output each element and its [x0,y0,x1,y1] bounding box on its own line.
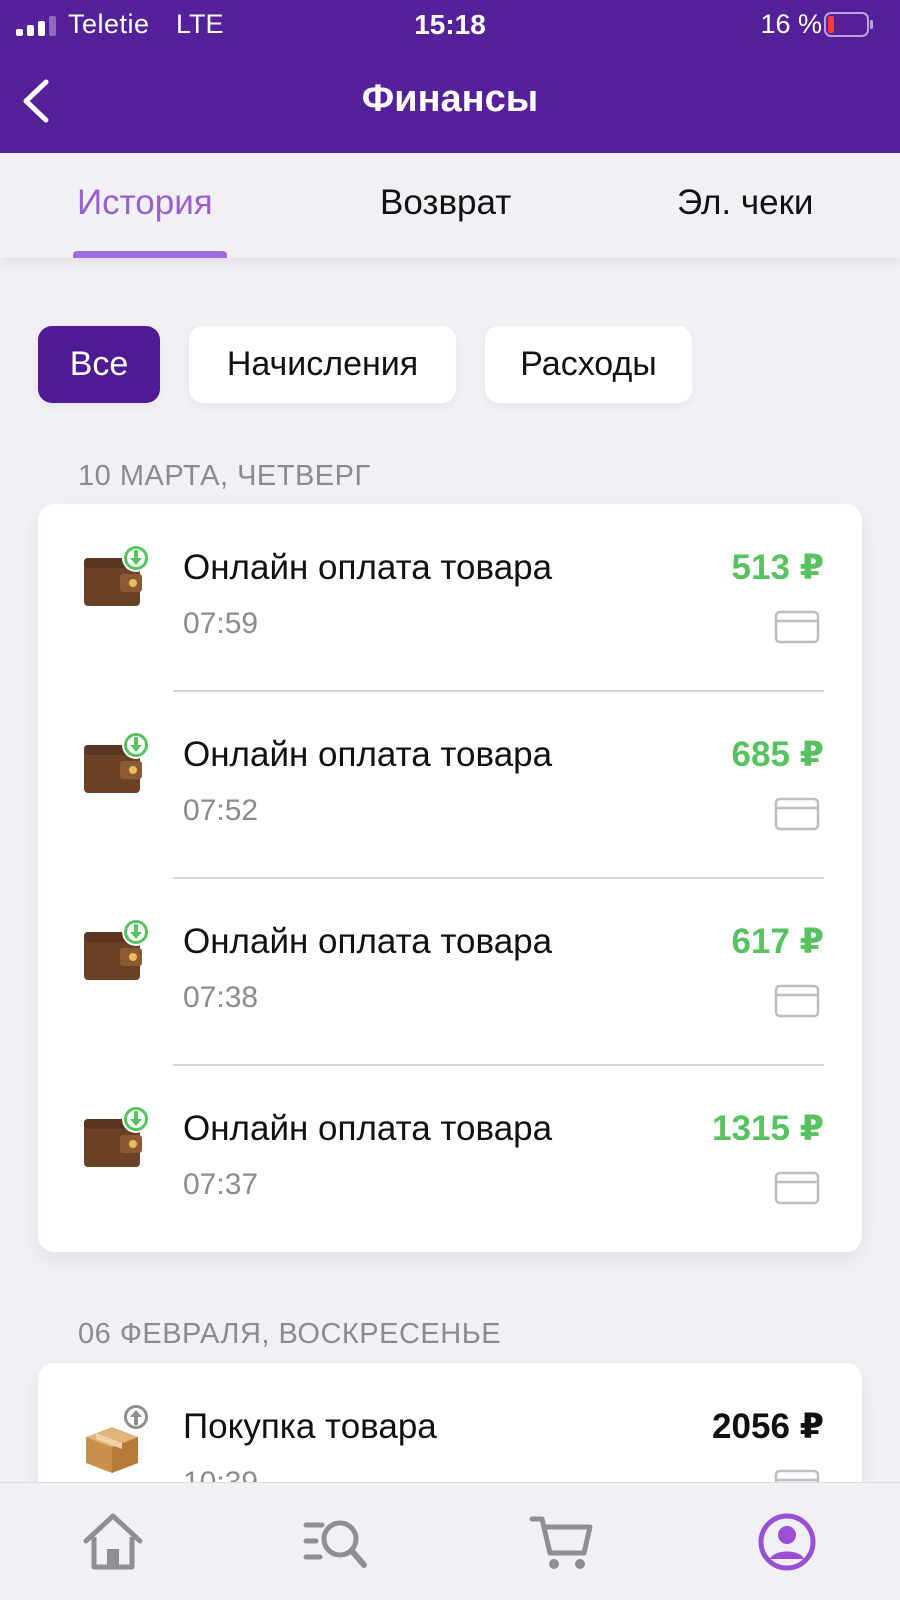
transaction-title: Онлайн оплата товара [183,548,553,587]
transaction-title: Покупка товара [183,1407,437,1446]
transaction-row[interactable]: Онлайн оплата товара 07:59 513 ₽ [38,504,862,691]
wallet-income-icon [84,731,150,793]
transaction-title: Онлайн оплата товара [183,735,553,774]
page-title: Финансы [361,78,539,120]
transaction-time: 07:37 [183,1168,259,1201]
credit-card-icon [774,984,820,1018]
tab-receipts[interactable]: Эл. чеки [677,183,813,223]
catalog-search-icon[interactable] [302,1507,372,1577]
transaction-title: Онлайн оплата товара [183,922,553,961]
transaction-row[interactable]: Онлайн оплата товара 07:38 617 ₽ [38,878,862,1065]
date-heading: 10 МАРТА, ЧЕТВЕРГ [78,460,371,492]
cart-icon[interactable] [528,1507,598,1577]
profile-icon[interactable] [752,1507,822,1577]
credit-card-icon [774,797,820,831]
filter-income-button[interactable]: Начисления [189,326,456,403]
transaction-amount: 513 ₽ [731,548,824,587]
wallet-income-icon [84,544,150,606]
bottom-navigation [0,1482,900,1600]
transaction-amount: 2056 ₽ [712,1407,824,1446]
battery-icon [824,12,873,37]
transaction-amount: 685 ₽ [731,735,824,774]
battery-percent: 16 % [760,9,822,39]
tab-refund[interactable]: Возврат [380,183,511,223]
transaction-time: 07:59 [183,607,259,640]
wallet-income-icon [84,918,150,980]
credit-card-icon [774,610,820,644]
credit-card-icon [774,1171,820,1205]
tab-bar: История Возврат Эл. чеки [0,153,900,258]
filter-expenses-button[interactable]: Расходы [485,326,692,403]
wallet-income-icon [84,1105,150,1167]
home-icon[interactable] [78,1507,148,1577]
transactions-card: Онлайн оплата товара 07:59 513 ₽ Онлайн … [38,504,862,1252]
transaction-time: 07:52 [183,794,259,827]
tab-history[interactable]: История [77,183,213,223]
app-header: Teletie LTE 15:18 16 % Финансы [0,0,900,153]
package-expense-icon [86,1403,150,1473]
transaction-row[interactable]: Онлайн оплата товара 07:52 685 ₽ [38,691,862,878]
transaction-title: Онлайн оплата товара [183,1109,553,1148]
transaction-time: 07:38 [183,981,259,1014]
transaction-amount: 1315 ₽ [712,1109,824,1148]
status-bar: Teletie LTE 15:18 16 % [0,0,900,50]
active-tab-indicator [73,251,227,258]
date-heading: 06 ФЕВРАЛЯ, ВОСКРЕСЕНЬЕ [78,1318,502,1350]
filter-all-button[interactable]: Все [38,326,160,403]
transaction-row[interactable]: Онлайн оплата товара 07:37 1315 ₽ [38,1065,862,1252]
transaction-amount: 617 ₽ [731,922,824,961]
